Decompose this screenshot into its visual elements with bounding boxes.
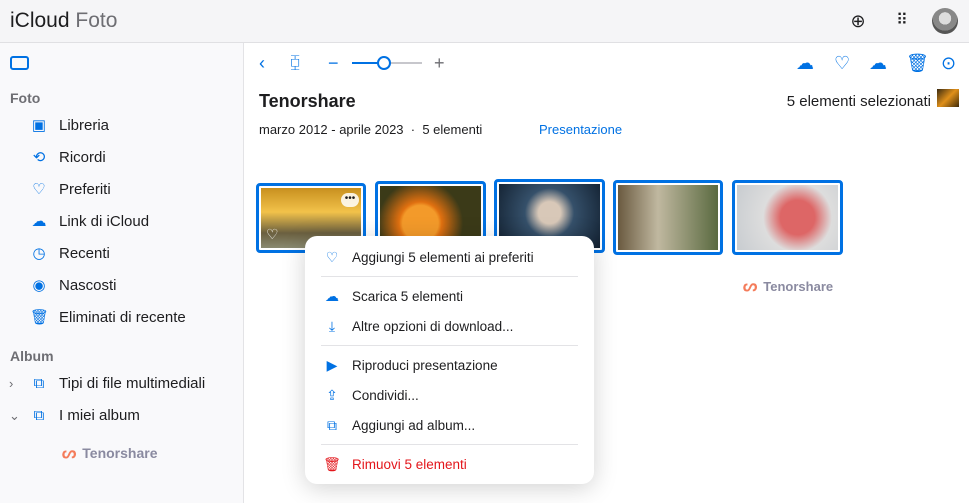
- context-menu: ♡ Aggiungi 5 elementi ai preferiti ☁ Scari…: [305, 236, 594, 484]
- clock-icon: ◷: [32, 245, 46, 262]
- album-subtitle: marzo 2012 - aprile 2023 · 5 elementi: [259, 122, 482, 137]
- photo-more-icon[interactable]: •••: [341, 193, 359, 207]
- label: Condividi...: [352, 387, 419, 403]
- sidebar-item-preferiti[interactable]: ♡ Preferiti: [30, 177, 111, 201]
- label: Preferiti: [59, 180, 111, 198]
- sidebar-item-ricordi[interactable]: ⟲ Ricordi: [30, 145, 106, 169]
- zoom-slider[interactable]: [352, 56, 422, 70]
- menu-item-remove[interactable]: 🗑 Rimuovi 5 elementi: [323, 453, 467, 475]
- label: Scarica 5 elementi: [352, 288, 464, 304]
- add-album-icon: ⧉: [327, 416, 337, 433]
- app-title[interactable]: iCloud Foto: [10, 9, 117, 33]
- sidebar-item-eliminati[interactable]: 🗑 Eliminati di recente: [30, 305, 186, 329]
- trash-icon: 🗑: [30, 309, 50, 326]
- photo-thumbnail[interactable]: [732, 180, 843, 255]
- selected-thumbnail: [937, 89, 959, 107]
- label: Eliminati di recente: [59, 308, 186, 326]
- eye-slash-icon: ◉: [32, 277, 46, 294]
- menu-item-share[interactable]: ⇪ Condividi...: [323, 384, 419, 406]
- section-album: Album: [10, 348, 54, 364]
- sidebar-item-nascosti[interactable]: ◉ Nascosti: [30, 273, 117, 297]
- label: Aggiungi ad album...: [352, 417, 476, 433]
- date-range: marzo 2012 - aprile 2023: [259, 122, 404, 137]
- label: Rimuovi 5 elementi: [352, 456, 467, 472]
- photos-icon: ▣: [31, 117, 47, 134]
- sidebar-item-link[interactable]: ☁ Link di iCloud: [30, 209, 150, 233]
- album-stack-icon: ⧉: [33, 374, 45, 392]
- section-foto: Foto: [10, 90, 41, 106]
- heart-icon[interactable]: ♡: [834, 52, 850, 74]
- cloud-download-icon: ☁: [325, 287, 339, 304]
- zoom-out-button[interactable]: −: [328, 52, 339, 74]
- watermark-text: Tenorshare: [763, 279, 834, 294]
- photo-heart-icon[interactable]: ♡: [266, 226, 279, 243]
- avatar[interactable]: [932, 8, 958, 34]
- label: Altre opzioni di download...: [352, 318, 514, 334]
- watermark-logo: ᔕ Tenorshare: [62, 443, 157, 463]
- separator: ·: [410, 122, 416, 137]
- watermark-logo: ᔕ Tenorshare: [743, 276, 833, 296]
- label: Link di iCloud: [59, 212, 150, 230]
- chevron-down-icon[interactable]: ⌄: [9, 408, 20, 424]
- download-options-icon: ⤓: [328, 317, 336, 334]
- label: Libreria: [59, 116, 110, 134]
- upload-icon[interactable]: ☁: [796, 52, 814, 74]
- back-button[interactable]: ‹: [259, 52, 265, 74]
- divider: [321, 276, 578, 277]
- label: Tipi di file multimediali: [59, 374, 206, 392]
- album-stack-icon: ⧉: [33, 406, 45, 424]
- zoom-in-button[interactable]: +: [434, 52, 445, 74]
- plus-circle-icon[interactable]: ⊕: [847, 10, 869, 32]
- photo-thumbnail[interactable]: [613, 180, 723, 255]
- header: iCloud Foto ⊕ ⠿: [0, 0, 969, 43]
- label: Riproduci presentazione: [352, 357, 498, 373]
- heart-icon: ♡: [325, 248, 339, 265]
- label: Recenti: [59, 244, 110, 262]
- brand-name: iCloud: [10, 9, 70, 32]
- label: Ricordi: [59, 148, 106, 166]
- heart-icon: ♡: [32, 181, 46, 198]
- share-icon: ⇪: [326, 386, 338, 403]
- divider: [321, 444, 578, 445]
- sidebar-item-tipi-file[interactable]: ⧉ Tipi di file multimediali: [30, 371, 206, 395]
- sidebar-item-miei-album[interactable]: ⧉ I miei album: [30, 403, 140, 427]
- sidebar-item-recenti[interactable]: ◷ Recenti: [30, 241, 110, 265]
- cloud-link-icon: ☁: [31, 213, 47, 230]
- menu-item-slideshow[interactable]: ▶ Riproduci presentazione: [323, 354, 498, 376]
- trash-icon[interactable]: 🗑: [906, 52, 929, 74]
- sidebar-item-libreria[interactable]: ▣ Libreria: [30, 113, 109, 137]
- watermark-text: Tenorshare: [82, 445, 158, 461]
- menu-item-add-favorites[interactable]: ♡ Aggiungi 5 elementi ai preferiti: [323, 246, 534, 268]
- grid-icon[interactable]: ⠿: [891, 10, 913, 32]
- app-name: Foto: [75, 9, 118, 32]
- trash-icon: 🗑: [323, 455, 341, 472]
- label: Aggiungi 5 elementi ai preferiti: [352, 249, 534, 265]
- album-title: Tenorshare: [259, 91, 356, 111]
- tenorshare-logo-icon: ᔕ: [743, 278, 758, 295]
- menu-item-add-album[interactable]: ⧉ Aggiungi ad album...: [323, 414, 475, 436]
- chevron-right-icon[interactable]: ›: [9, 376, 13, 391]
- selection-count: 5 elementi selezionati: [786, 93, 931, 110]
- label: I miei album: [59, 406, 140, 424]
- divider: [321, 345, 578, 346]
- fit-icon[interactable]: ⧮: [290, 52, 300, 74]
- play-icon: ▶: [326, 356, 338, 373]
- memories-icon: ⟲: [32, 149, 46, 166]
- item-count: 5 elementi: [422, 122, 483, 137]
- menu-item-download-options[interactable]: ⤓ Altre opzioni di download...: [323, 315, 513, 337]
- download-icon[interactable]: ☁: [869, 52, 887, 74]
- sidebar-toggle-icon[interactable]: [10, 56, 29, 70]
- menu-item-download[interactable]: ☁ Scarica 5 elementi: [323, 285, 463, 307]
- label: Nascosti: [59, 276, 117, 294]
- more-icon[interactable]: ⊙: [941, 52, 956, 74]
- tenorshare-logo-icon: ᔕ: [62, 445, 77, 462]
- slideshow-link[interactable]: Presentazione: [539, 122, 622, 137]
- slider-knob[interactable]: [376, 56, 391, 70]
- sidebar: Foto ▣ Libreria ⟲ Ricordi ♡ Preferiti ☁ Link…: [0, 43, 244, 503]
